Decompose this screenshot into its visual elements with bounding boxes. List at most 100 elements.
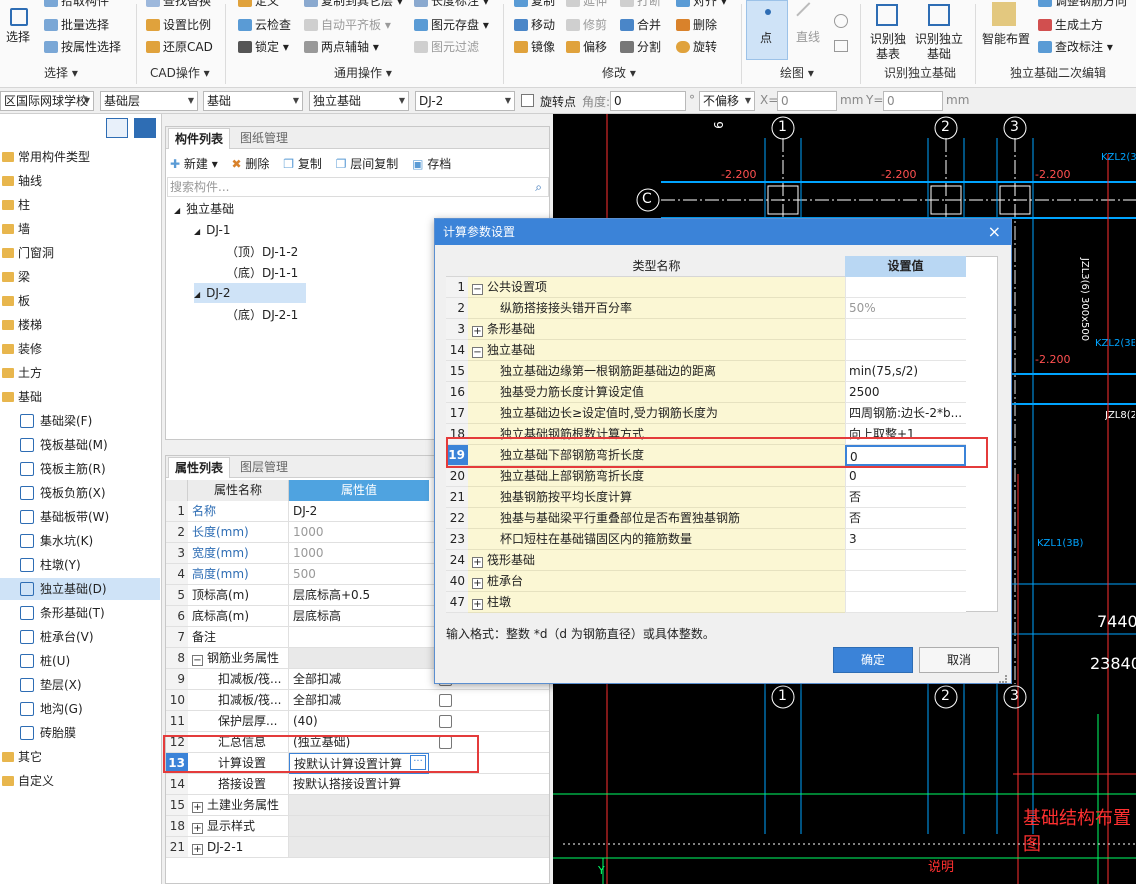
- property-row[interactable]: 11 保护层厚... (40): [166, 711, 549, 732]
- settings-row[interactable]: 23 杯口短柱在基础锚固区内的箍筋数量 3: [446, 529, 966, 550]
- setting-value[interactable]: [845, 277, 966, 298]
- line-draw-button[interactable]: 直线: [796, 30, 820, 44]
- two-point-axis-button[interactable]: 两点辅轴 ▾: [304, 40, 379, 54]
- generate-earthwork-button[interactable]: 生成土方: [1038, 18, 1103, 32]
- tree-item[interactable]: 筏板主筋(R): [0, 458, 160, 480]
- lock-button[interactable]: 锁定 ▾: [238, 40, 289, 54]
- find-replace-button[interactable]: 查找替换: [146, 0, 211, 8]
- archive-button[interactable]: ▣ 存档: [412, 157, 451, 171]
- property-row[interactable]: 18 + 显示样式: [166, 816, 549, 837]
- ok-button[interactable]: 确定: [833, 647, 913, 673]
- settings-row[interactable]: 20 独立基础上部钢筋弯折长度 0: [446, 466, 966, 487]
- trim-button[interactable]: 修剪: [566, 18, 607, 32]
- resize-grip-icon[interactable]: [999, 675, 1007, 683]
- tab-property-list[interactable]: 属性列表: [168, 457, 231, 478]
- list-view-icon[interactable]: [106, 118, 128, 138]
- set-scale-button[interactable]: 设置比例: [146, 18, 211, 32]
- tree-item[interactable]: 柱: [0, 194, 160, 216]
- property-value[interactable]: [289, 816, 429, 837]
- settings-row[interactable]: 40 + 桩承台: [446, 571, 966, 592]
- type-select[interactable]: 独立基础 ▼: [309, 91, 409, 111]
- tree-item[interactable]: 门窗洞: [0, 242, 160, 264]
- tree-item[interactable]: 基础: [0, 386, 160, 408]
- setting-value[interactable]: 四周钢筋:边长-2*b...: [845, 403, 966, 424]
- settings-row[interactable]: 16 独基受力筋长度计算设定值 2500: [446, 382, 966, 403]
- tree-item[interactable]: 楼梯: [0, 314, 160, 336]
- property-value[interactable]: DJ-2: [289, 501, 429, 522]
- tree-item[interactable]: 桩(U): [0, 650, 160, 672]
- component-tree-item[interactable]: ◢ 独立基础: [174, 199, 234, 219]
- settings-row[interactable]: 24 + 筏形基础: [446, 550, 966, 571]
- adjust-rebar-button[interactable]: 调整钢筋方向: [1038, 0, 1127, 8]
- tree-item[interactable]: 轴线: [0, 170, 160, 192]
- settings-row[interactable]: 1− 公共设置项: [446, 277, 966, 298]
- property-value[interactable]: 层底标高+0.5: [289, 585, 429, 606]
- move-button[interactable]: 移动: [514, 18, 555, 32]
- setting-value[interactable]: 2500: [845, 382, 966, 403]
- tree-item[interactable]: 集水坑(K): [0, 530, 160, 552]
- offset-button[interactable]: 偏移: [566, 40, 607, 54]
- extend-button[interactable]: 延伸: [566, 0, 607, 8]
- tree-item[interactable]: 自定义: [0, 770, 160, 792]
- smart-layout-button[interactable]: 智能布置: [982, 32, 1030, 46]
- property-row[interactable]: 15 + 土建业务属性: [166, 795, 549, 816]
- component-tree-item[interactable]: （顶）DJ-1-2: [226, 242, 298, 262]
- setting-value[interactable]: min(75,s/2): [845, 361, 966, 382]
- expand-plus-icon[interactable]: +: [192, 844, 203, 855]
- cloud-check-button[interactable]: 云检查: [238, 18, 291, 32]
- tab-component-list[interactable]: 构件列表: [168, 128, 231, 149]
- component-tree-item[interactable]: （底）DJ-1-1: [226, 263, 298, 283]
- expand-icon[interactable]: ◢: [174, 206, 180, 215]
- angle-input[interactable]: 0: [610, 91, 686, 111]
- batch-select-button[interactable]: 批量选择: [44, 18, 109, 32]
- property-checkbox[interactable]: [439, 694, 452, 707]
- x-input[interactable]: 0: [777, 91, 837, 111]
- tree-item[interactable]: 基础梁(F): [0, 410, 160, 432]
- collapse-minus-icon[interactable]: −: [192, 655, 203, 666]
- property-value[interactable]: 500: [289, 564, 429, 585]
- define-button[interactable]: 定义: [238, 0, 279, 8]
- expand-icon[interactable]: ◢: [194, 290, 200, 299]
- align-button[interactable]: 对齐 ▾: [676, 0, 727, 8]
- setting-value[interactable]: [845, 571, 966, 592]
- property-value[interactable]: [289, 648, 429, 669]
- component-tree-item[interactable]: （底）DJ-2-1: [226, 305, 298, 325]
- tab-layer-manage[interactable]: 图层管理: [234, 457, 294, 478]
- select-tool-button[interactable]: 选择: [6, 30, 30, 44]
- settings-row[interactable]: 17 独立基础边长≥设定值时,受力钢筋长度为 四周钢筋:边长-2*b...: [446, 403, 966, 424]
- category-select[interactable]: 基础 ▼: [203, 91, 303, 111]
- property-value[interactable]: 按默认搭接设置计算: [289, 774, 429, 795]
- arc-icon[interactable]: [834, 14, 848, 28]
- pick-component-button[interactable]: 拾取构件: [44, 0, 109, 8]
- cancel-button[interactable]: 取消: [919, 647, 999, 673]
- expand-plus-icon[interactable]: +: [472, 326, 483, 337]
- rotate-button[interactable]: 旋转: [676, 40, 717, 54]
- tree-item[interactable]: 筏板基础(M): [0, 434, 160, 456]
- setting-value[interactable]: [845, 592, 966, 613]
- merge-button[interactable]: 合并: [620, 18, 661, 32]
- point-draw-button[interactable]: 点: [746, 0, 788, 60]
- project-select[interactable]: 区国际网球学校 ▼: [0, 91, 94, 111]
- settings-row[interactable]: 2 纵筋搭接接头错开百分率 50%: [446, 298, 966, 319]
- property-checkbox[interactable]: [439, 715, 452, 728]
- expand-plus-icon[interactable]: +: [472, 578, 483, 589]
- property-value[interactable]: [289, 627, 429, 648]
- restore-cad-button[interactable]: 还原CAD: [146, 40, 213, 54]
- setting-value[interactable]: 否: [845, 508, 966, 529]
- settings-row[interactable]: 14− 独立基础: [446, 340, 966, 361]
- tree-item[interactable]: 常用构件类型: [0, 146, 160, 168]
- component-tree-item[interactable]: ◢ DJ-2: [194, 283, 306, 303]
- tree-item[interactable]: 独立基础(D): [0, 578, 160, 600]
- mirror-button[interactable]: 镜像: [514, 40, 555, 54]
- interlayer-copy-button[interactable]: ❐ 层间复制: [336, 157, 399, 171]
- tree-item[interactable]: 土方: [0, 362, 160, 384]
- property-row[interactable]: 14 搭接设置 按默认搭接设置计算: [166, 774, 549, 795]
- tree-item[interactable]: 地沟(G): [0, 698, 160, 720]
- grid-view-icon[interactable]: [134, 118, 156, 138]
- component-select[interactable]: DJ-2 ▼: [415, 91, 515, 111]
- component-tree-item[interactable]: ◢ DJ-1: [194, 220, 230, 240]
- setting-value[interactable]: [845, 550, 966, 571]
- expand-plus-icon[interactable]: +: [472, 557, 483, 568]
- delete-component-button[interactable]: ✖ 删除: [232, 157, 270, 171]
- property-value[interactable]: 全部扣减: [289, 669, 429, 690]
